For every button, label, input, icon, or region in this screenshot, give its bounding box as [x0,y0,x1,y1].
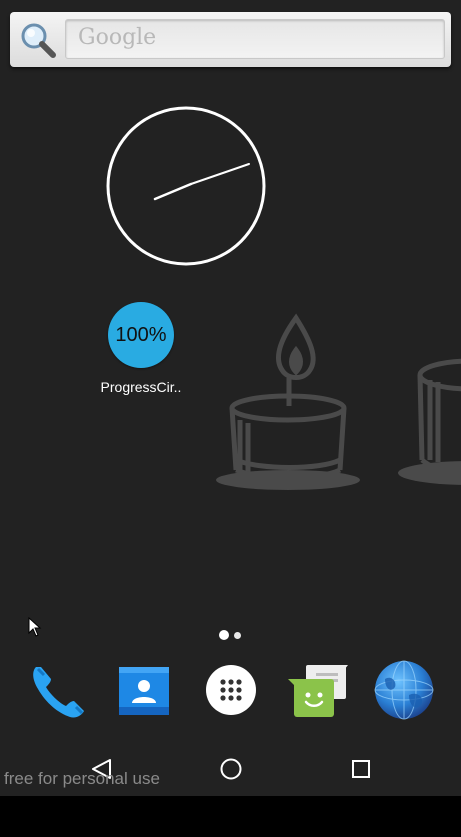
contacts-icon[interactable] [113,659,175,721]
app-drawer-icon[interactable] [200,659,262,721]
app-shortcut-label: ProgressCir.. [100,379,182,395]
home-screen: Google 100% ProgressCir.. free for perso… [0,0,461,796]
clock-hour-hand [153,182,193,201]
messaging-icon[interactable] [286,659,348,721]
google-search-widget[interactable]: Google [10,12,451,67]
progress-circle-icon: 100% [108,302,174,368]
magnifier-icon[interactable] [18,20,58,60]
clock-minute-hand [190,163,250,185]
page-dot [234,632,241,639]
phone-icon[interactable] [26,659,88,721]
mouse-pointer-icon [28,617,42,637]
search-placeholder: Google [78,25,157,50]
analog-clock-widget[interactable] [105,105,267,267]
page-indicator [217,630,247,640]
page-dot-active [219,630,229,640]
home-icon[interactable] [216,754,246,784]
app-shortcut-progresscircle[interactable]: 100% ProgressCir.. [95,300,187,400]
wallpaper-cake-art [216,313,461,490]
globe-icon[interactable] [373,659,435,721]
recents-icon[interactable] [346,754,376,784]
dock [0,655,461,731]
search-input[interactable]: Google [65,19,445,59]
watermark-text: free for personal use [4,769,160,788]
